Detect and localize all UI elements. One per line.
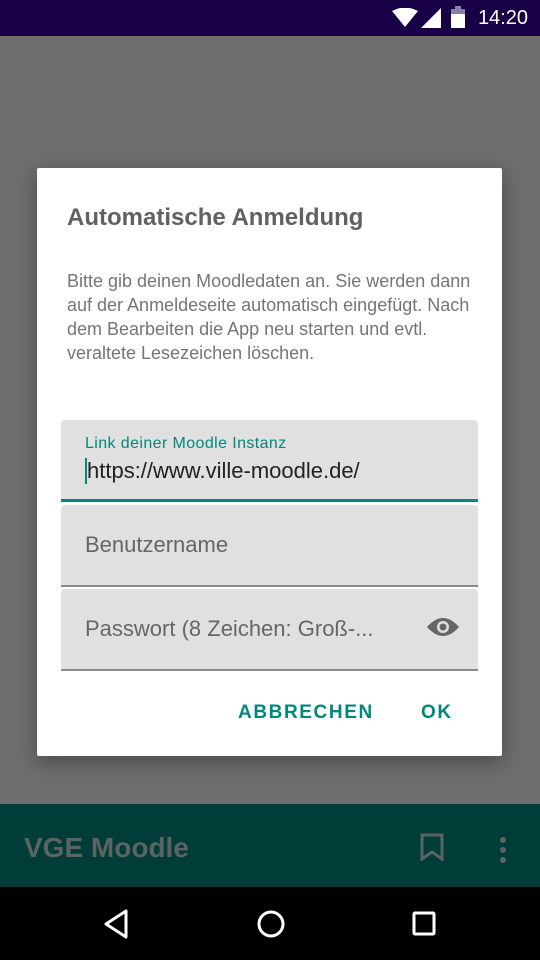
show-password-eye-icon[interactable] [426, 615, 460, 639]
auto-login-dialog: Automatische Anmeldung Bitte gib deinen … [37, 168, 502, 756]
moodle-link-input[interactable]: https://www.ville-moodle.de/ [85, 458, 360, 484]
more-options-icon[interactable] [498, 836, 508, 864]
signal-icon [421, 8, 441, 28]
wifi-icon [392, 8, 418, 27]
app-title: VGE Moodle [24, 832, 189, 863]
moodle-link-field[interactable]: Link deiner Moodle Instanz https://www.v… [61, 420, 478, 502]
password-input[interactable]: Passwort (8 Zeichen: Groß-... [85, 616, 374, 642]
app-toolbar: VGE Moodle [0, 804, 540, 887]
clock: 14:20 [477, 7, 528, 29]
cancel-button[interactable]: ABBRECHEN [238, 702, 374, 724]
recents-icon[interactable] [412, 911, 436, 937]
home-icon[interactable] [257, 910, 285, 938]
battery-icon [451, 6, 465, 28]
ok-button[interactable]: OK [421, 702, 453, 724]
moodle-link-label: Link deiner Moodle Instanz [85, 435, 287, 452]
back-icon[interactable] [103, 909, 129, 939]
dialog-message: Bitte gib deinen Moodledaten an. Sie wer… [67, 271, 471, 363]
username-input[interactable]: Benutzername [85, 532, 228, 558]
password-field[interactable]: Passwort (8 Zeichen: Groß-... [61, 589, 478, 671]
bookmark-icon[interactable] [420, 833, 444, 861]
status-bar: 14:20 [0, 0, 540, 36]
navigation-bar [0, 887, 540, 960]
dialog-title: Automatische Anmeldung [67, 204, 364, 231]
username-field[interactable]: Benutzername [61, 505, 478, 587]
